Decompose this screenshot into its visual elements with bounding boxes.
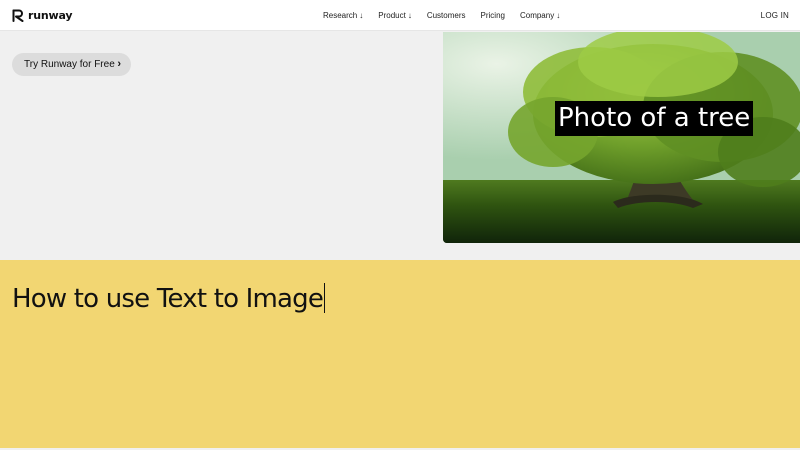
main-nav: Research ↓ Product ↓ Customers Pricing C…: [323, 0, 560, 31]
login-link[interactable]: LOG IN: [761, 0, 789, 31]
tree-illustration: [443, 32, 800, 243]
try-runway-button[interactable]: Try Runway for Free ›: [12, 53, 131, 76]
how-to-section: How to use Text to Image: [0, 260, 800, 448]
nav-company[interactable]: Company ↓: [520, 11, 560, 20]
generated-tree-image: Photo of a tree: [443, 32, 800, 243]
cta-label: Try Runway for Free: [24, 59, 115, 70]
nav-customers[interactable]: Customers: [427, 11, 466, 20]
top-nav-bar: runway Research ↓ Product ↓ Customers Pr…: [0, 0, 800, 31]
nav-product[interactable]: Product ↓: [378, 11, 412, 20]
nav-product-label: Product: [378, 11, 406, 20]
hero-section: Try Runway for Free › Photo of a tree: [0, 32, 800, 260]
nav-company-label: Company: [519, 11, 555, 20]
nav-pricing-label: Pricing: [480, 11, 505, 20]
nav-customers-label: Customers: [426, 11, 466, 20]
arrow-down-icon: ↓: [556, 11, 561, 20]
text-cursor: [324, 282, 326, 313]
image-caption: Photo of a tree: [555, 101, 754, 136]
nav-pricing[interactable]: Pricing: [481, 11, 505, 20]
arrow-down-icon: ↓: [407, 11, 412, 20]
section-title: How to use Text to Image: [12, 282, 326, 314]
nav-research-label: Research: [323, 11, 358, 20]
chevron-right-icon: ›: [117, 58, 121, 70]
nav-research[interactable]: Research ↓: [323, 11, 363, 20]
section-title-text: How to use Text to Image: [12, 284, 324, 314]
arrow-down-icon: ↓: [359, 11, 364, 20]
runway-r-icon: [12, 9, 24, 22]
logo-text: runway: [28, 9, 73, 22]
runway-logo[interactable]: runway: [12, 8, 73, 23]
